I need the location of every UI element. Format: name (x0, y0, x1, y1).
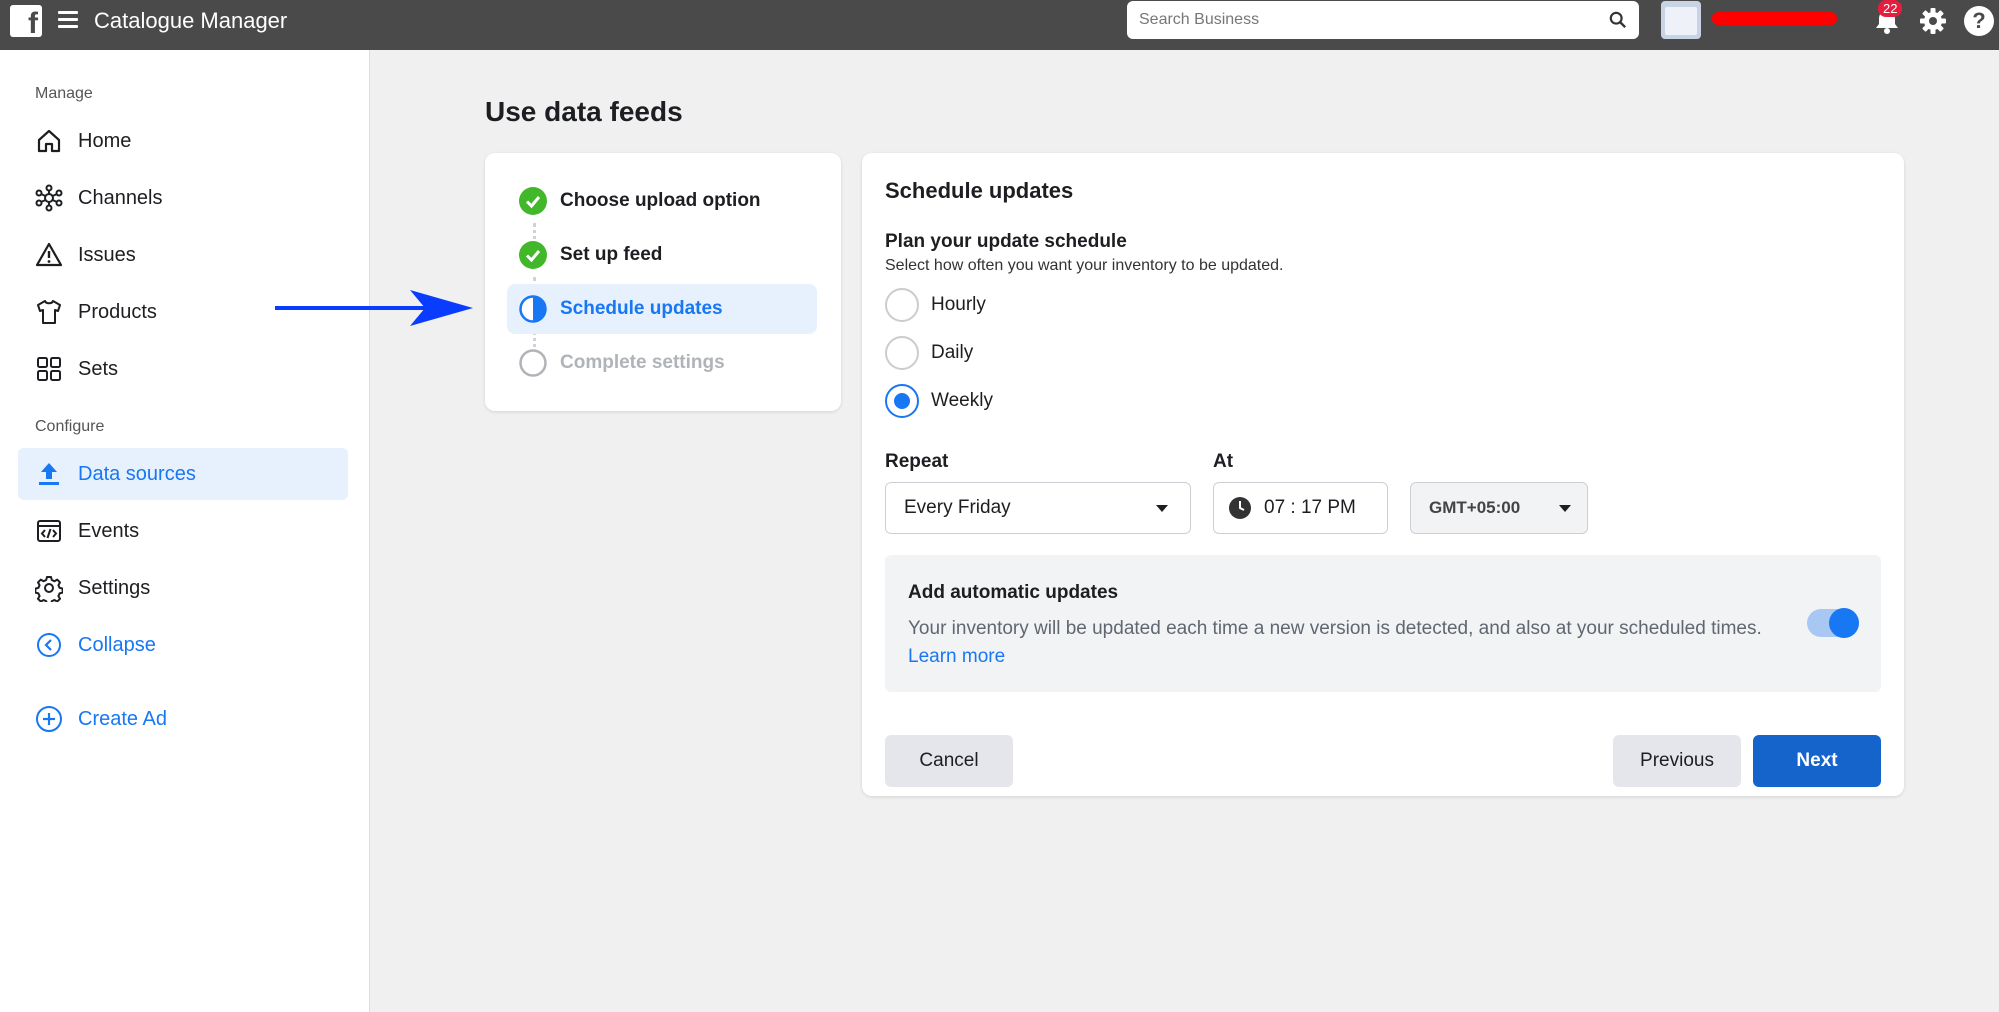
radio-button[interactable] (885, 336, 919, 370)
caret-down-icon (1559, 505, 1571, 512)
radio-option-weekly[interactable]: Weekly (885, 384, 993, 418)
sidebar-item-issues[interactable]: Issues (18, 229, 348, 281)
automatic-updates-title: Add automatic updates (908, 582, 1119, 603)
check-circle-icon (519, 187, 547, 215)
check-circle-icon (519, 241, 547, 269)
search-box (1127, 1, 1639, 39)
gear-icon (34, 573, 64, 603)
sidebar-item-label: Create Ad (78, 707, 167, 730)
sidebar-item-sets[interactable]: Sets (18, 343, 348, 395)
time-picker[interactable]: 07 : 17 PM (1213, 482, 1388, 534)
search-icon[interactable] (1609, 11, 1627, 29)
at-label: At (1213, 451, 1234, 472)
step-label: Complete settings (560, 352, 725, 373)
sidebar-item-label: Channels (78, 186, 163, 209)
sidebar-item-label: Issues (78, 243, 136, 266)
section-label-configure: Configure (35, 418, 105, 435)
repeat-value: Every Friday (904, 497, 1011, 518)
automatic-updates-toggle[interactable] (1807, 608, 1859, 638)
sidebar-item-settings[interactable]: Settings (18, 562, 348, 614)
schedule-updates-card: Schedule updates Plan your update schedu… (862, 153, 1904, 796)
next-button[interactable]: Next (1753, 735, 1881, 787)
sidebar-item-label: Products (78, 300, 157, 323)
step-complete-settings[interactable]: Complete settings (507, 338, 817, 388)
warning-icon (34, 240, 64, 270)
plan-description: Select how often you want your inventory… (885, 257, 1284, 274)
timezone-value: GMT+05:00 (1429, 498, 1521, 517)
cancel-button[interactable]: Cancel (885, 735, 1013, 787)
timezone-dropdown[interactable]: GMT+05:00 (1410, 482, 1588, 534)
upload-icon (34, 459, 64, 489)
previous-button[interactable]: Previous (1613, 735, 1741, 787)
business-avatar[interactable] (1661, 1, 1701, 39)
chevron-left-circle-icon (34, 630, 64, 660)
sidebar-item-home[interactable]: Home (18, 115, 348, 167)
repeat-dropdown[interactable]: Every Friday (885, 482, 1191, 534)
radio-label: Weekly (931, 390, 993, 411)
sidebar-item-events[interactable]: Events (18, 505, 348, 557)
empty-circle-icon (519, 349, 547, 377)
sidebar-item-label: Collapse (78, 633, 156, 656)
redacted-account-name (1712, 12, 1837, 25)
steps-card: Choose upload option Set up feed Schedul… (485, 153, 841, 411)
gear-icon[interactable] (1918, 6, 1948, 36)
sidebar-item-label: Settings (78, 576, 151, 599)
step-label: Schedule updates (560, 298, 723, 319)
step-schedule-updates[interactable]: Schedule updates (507, 284, 817, 334)
sidebar: Manage Home Channels Issues Products Set… (0, 50, 370, 1012)
sidebar-item-create-ad[interactable]: Create Ad (18, 693, 348, 745)
annotation-arrow-icon (275, 290, 473, 326)
description-text: Your inventory will be updated each time… (908, 618, 1762, 639)
code-window-icon (34, 516, 64, 546)
sidebar-item-collapse[interactable]: Collapse (18, 619, 348, 671)
plan-title: Plan your update schedule (885, 231, 1127, 252)
step-label: Set up feed (560, 244, 663, 265)
app-title: Catalogue Manager (94, 8, 288, 33)
notification-badge: 22 (1878, 0, 1903, 17)
home-icon (34, 126, 64, 156)
top-bar: f Catalogue Manager 22 ? (0, 0, 1999, 50)
automatic-updates-description: Your inventory will be updated each time… (908, 615, 1788, 671)
clock-icon (1229, 497, 1251, 519)
shirt-icon (34, 297, 64, 327)
facebook-logo-icon[interactable]: f (10, 5, 42, 39)
sidebar-item-channels[interactable]: Channels (18, 172, 348, 224)
step-label: Choose upload option (560, 190, 761, 211)
sidebar-item-label: Sets (78, 357, 119, 380)
help-icon[interactable]: ? (1964, 6, 1994, 36)
section-label-manage: Manage (35, 85, 93, 102)
plus-circle-icon (34, 704, 64, 734)
step-choose-upload-option[interactable]: Choose upload option (507, 176, 817, 226)
radio-label: Hourly (931, 294, 986, 315)
search-input[interactable] (1127, 1, 1587, 39)
radio-option-hourly[interactable]: Hourly (885, 288, 986, 322)
card-title: Schedule updates (885, 178, 1074, 203)
half-circle-progress-icon (519, 295, 547, 323)
step-set-up-feed[interactable]: Set up feed (507, 230, 817, 280)
caret-down-icon (1156, 505, 1168, 512)
repeat-label: Repeat (885, 451, 949, 472)
sidebar-item-label: Home (78, 129, 132, 152)
channels-icon (34, 183, 64, 213)
radio-option-daily[interactable]: Daily (885, 336, 973, 370)
sidebar-item-label: Data sources (78, 462, 196, 485)
page-title: Use data feeds (485, 96, 683, 127)
radio-button-selected[interactable] (885, 384, 919, 418)
automatic-updates-panel: Add automatic updates Your inventory wil… (885, 555, 1881, 692)
learn-more-link[interactable]: Learn more (908, 646, 1005, 667)
sidebar-item-data-sources[interactable]: Data sources (18, 448, 348, 500)
radio-label: Daily (931, 342, 974, 363)
time-value: 07 : 17 PM (1264, 497, 1356, 518)
menu-icon[interactable] (58, 11, 78, 29)
grid-icon (34, 354, 64, 384)
sidebar-item-label: Events (78, 519, 140, 542)
radio-button[interactable] (885, 288, 919, 322)
